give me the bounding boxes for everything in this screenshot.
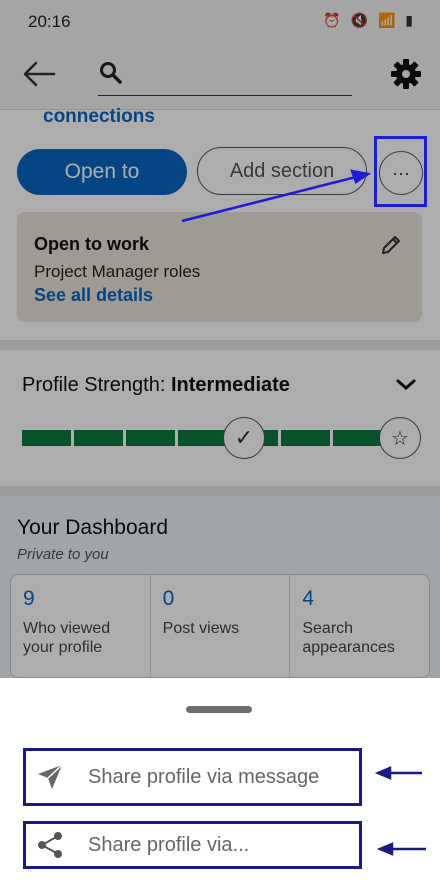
profile-screen: 20:16 ⏰ 🔇 📶 ▮ connections Open to Add se… (0, 0, 440, 883)
share-bottom-sheet: Share profile via message Share profile … (0, 678, 440, 883)
annotation-highlight-box (374, 136, 427, 207)
annotation-arrows (374, 766, 426, 856)
